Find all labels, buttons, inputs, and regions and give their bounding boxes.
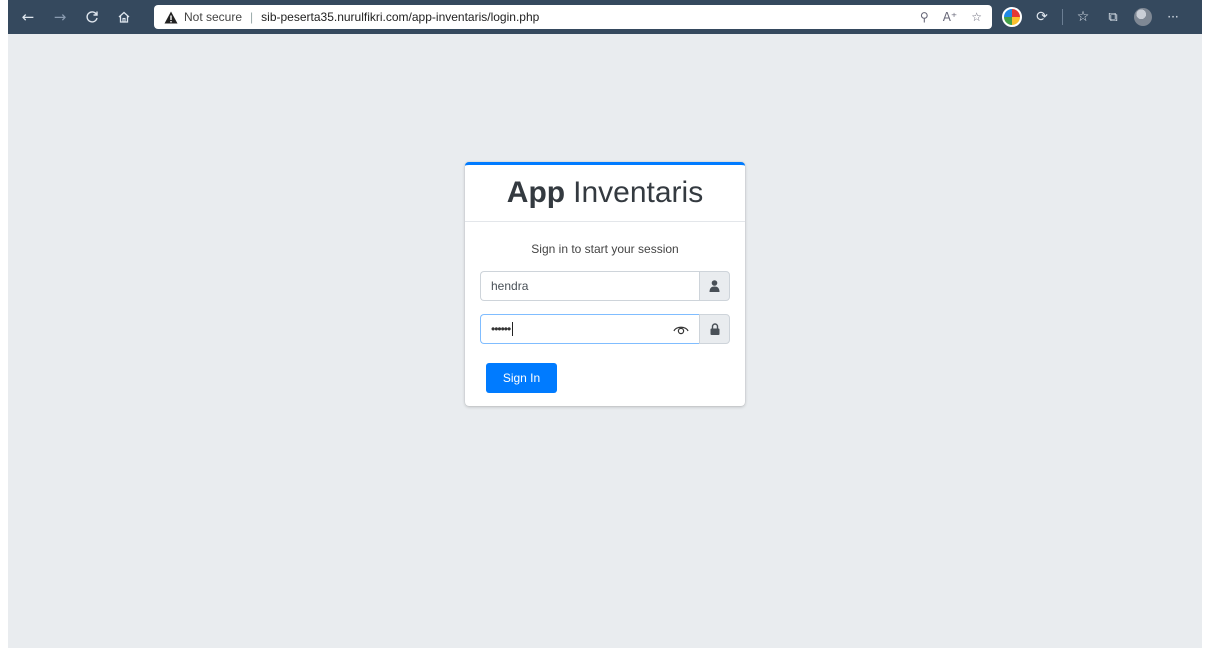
address-actions: ⚲ A⁺ ☆ — [920, 5, 982, 29]
more-icon: ··· — [1167, 10, 1179, 24]
collections-icon: ⧉ — [1108, 9, 1118, 25]
login-header: App Inventaris — [465, 165, 745, 222]
arrow-left-icon: ← — [21, 8, 35, 26]
username-addon — [699, 271, 730, 301]
warning-icon — [164, 10, 178, 24]
username-group: hendra — [480, 271, 730, 301]
read-aloud-icon[interactable]: A⁺ — [943, 10, 958, 24]
refresh-icon — [86, 11, 98, 23]
password-addon — [699, 314, 730, 344]
add-favorite-icon[interactable]: ☆ — [971, 10, 982, 24]
url-text[interactable]: sib-peserta35.nurulfikri.com/app-inventa… — [261, 10, 539, 24]
favorites-button[interactable]: ☆ — [1069, 3, 1097, 31]
back-button[interactable]: ← — [14, 3, 42, 31]
search-icon[interactable]: ⚲ — [920, 10, 929, 24]
password-value: •••••• — [491, 322, 511, 336]
password-group: •••••• — [480, 314, 730, 344]
sign-in-button[interactable]: Sign In — [486, 363, 557, 393]
extension-button[interactable] — [998, 3, 1026, 31]
browser-toolbar: ← → Not secure | sib-peserta35.nurulfikr… — [8, 0, 1202, 34]
arrow-right-icon: → — [53, 8, 67, 26]
app-title-bold: App — [506, 176, 566, 209]
username-field[interactable]: hendra — [480, 271, 699, 301]
username-value: hendra — [491, 279, 529, 293]
color-wheel-icon — [1002, 7, 1022, 27]
login-card: App Inventaris Sign in to start your ses… — [465, 162, 745, 406]
extensions-area: ⟳ ☆ ⧉ ··· — [998, 3, 1187, 31]
refresh-button[interactable] — [78, 3, 106, 31]
home-icon — [118, 11, 130, 23]
favorites-icon: ☆ — [1076, 9, 1090, 25]
forward-button[interactable]: → — [46, 3, 74, 31]
browser-window: ← → Not secure | sib-peserta35.nurulfikr… — [8, 0, 1202, 648]
home-button[interactable] — [110, 3, 138, 31]
address-bar[interactable]: Not secure | sib-peserta35.nurulfikri.co… — [154, 5, 992, 29]
extensions-button[interactable]: ⟳ — [1028, 3, 1056, 31]
app-title-rest: Inventaris — [573, 176, 704, 209]
lock-icon — [710, 323, 719, 335]
password-field[interactable]: •••••• — [480, 314, 699, 344]
login-body: Sign in to start your session — [465, 242, 745, 256]
user-icon — [709, 280, 720, 292]
eye-icon[interactable] — [673, 322, 689, 336]
avatar — [1134, 8, 1152, 26]
puzzle-icon: ⟳ — [1036, 9, 1048, 25]
login-message: Sign in to start your session — [531, 242, 679, 256]
collections-button[interactable]: ⧉ — [1099, 3, 1127, 31]
more-button[interactable]: ··· — [1159, 3, 1187, 31]
toolbar-divider — [1062, 9, 1063, 25]
address-separator: | — [250, 10, 254, 24]
profile-button[interactable] — [1129, 3, 1157, 31]
text-caret — [512, 322, 514, 336]
security-label[interactable]: Not secure — [184, 10, 242, 24]
